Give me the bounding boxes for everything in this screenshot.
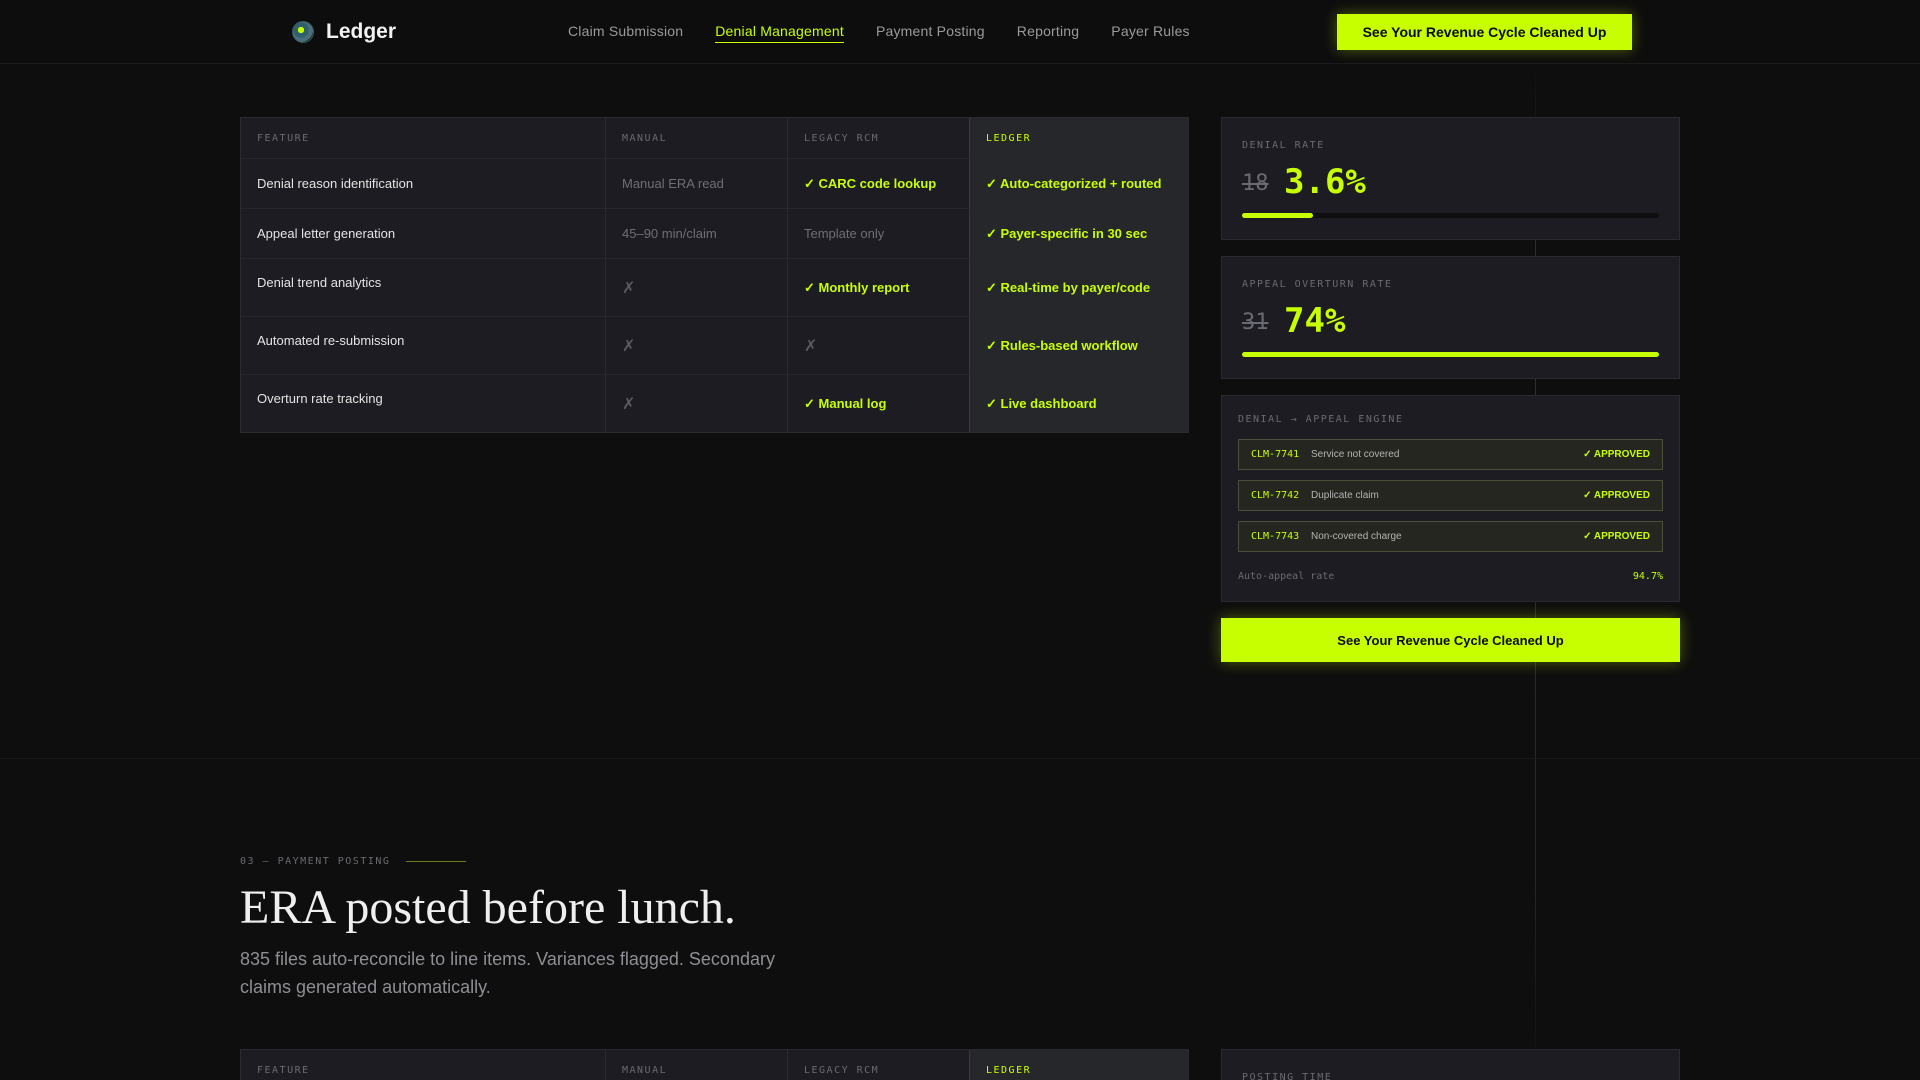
claim-row[interactable]: CLM-7741 Service not covered ✓ APPROVED [1238, 439, 1663, 470]
ledger-logo-icon [292, 21, 314, 43]
table-row: Overturn rate tracking ✗ ✓ Manual log ✓ … [241, 375, 1188, 432]
header-legacy: LEGACY RCM [788, 1050, 970, 1080]
table-row: Denial reason identification Manual ERA … [241, 159, 1188, 209]
header-manual: MANUAL [606, 1050, 788, 1080]
feature-cell: Automated re-submission [241, 317, 606, 374]
ledger-cell: ✓ Rules-based workflow [970, 317, 1188, 374]
table-header-row: FEATURE MANUAL LEGACY RCM LEDGER [241, 118, 1188, 159]
brand-logo[interactable]: Ledger [292, 20, 396, 44]
stat-label: POSTING TIME [1242, 1072, 1333, 1080]
manual-cell: 45–90 min/claim [606, 209, 788, 258]
feature-cell: Overturn rate tracking [241, 375, 606, 432]
nav-payment-posting[interactable]: Payment Posting [876, 23, 985, 43]
nav-claim-submission[interactable]: Claim Submission [568, 23, 683, 43]
manual-cell: Manual ERA read [606, 159, 788, 208]
status-badge: ✓ APPROVED [1583, 490, 1650, 501]
top-navigation-bar: Ledger Claim Submission Denial Managemen… [0, 0, 1920, 64]
claim-reason: Non-covered charge [1311, 531, 1402, 542]
ledger-cell: ✓ Auto-categorized + routed [970, 159, 1188, 208]
overturn-rate-card: APPEAL OVERTURN RATE 31 74% [1221, 256, 1680, 379]
progress-bar [1242, 213, 1659, 218]
progress-bar [1242, 352, 1659, 357]
header-legacy: LEGACY RCM [788, 118, 970, 158]
progress-fill [1242, 352, 1659, 357]
main-nav: Claim Submission Denial Management Payme… [568, 23, 1190, 43]
claim-id: CLM-7743 [1251, 531, 1300, 542]
stat-label: APPEAL OVERTURN RATE [1242, 279, 1393, 290]
eyebrow-line [406, 861, 467, 862]
section-divider [0, 758, 1920, 759]
claim-reason: Duplicate claim [1311, 490, 1379, 501]
appeal-engine-card: DENIAL → APPEAL ENGINE CLM-7741 Service … [1221, 395, 1680, 602]
stat-old-value: 18 [1242, 171, 1269, 196]
denial-comparison-table: FEATURE MANUAL LEGACY RCM LEDGER Denial … [240, 117, 1189, 433]
legacy-cell: ✓ CARC code lookup [788, 159, 970, 208]
table-header-row: FEATURE MANUAL LEGACY RCM LEDGER [241, 1050, 1188, 1080]
table-row: Automated re-submission ✗ ✗ ✓ Rules-base… [241, 317, 1188, 375]
claim-row[interactable]: CLM-7742 Duplicate claim ✓ APPROVED [1238, 480, 1663, 511]
engine-label: DENIAL → APPEAL ENGINE [1238, 414, 1404, 425]
header-feature: FEATURE [241, 118, 606, 158]
table-row: Appeal letter generation 45–90 min/claim… [241, 209, 1188, 259]
auto-appeal-label: Auto-appeal rate [1238, 571, 1335, 582]
header-feature: FEATURE [241, 1050, 606, 1080]
brand-name: Ledger [326, 20, 397, 43]
section-subtitle: 835 files auto-reconcile to line items. … [240, 949, 775, 997]
status-badge: ✓ APPROVED [1583, 531, 1650, 542]
feature-cell: Denial trend analytics [241, 259, 606, 316]
ledger-cell: ✓ Real-time by payer/code [970, 259, 1188, 316]
side-cta-button[interactable]: See Your Revenue Cycle Cleaned Up [1221, 618, 1680, 662]
legacy-cell: Template only [788, 209, 970, 258]
claim-id: CLM-7742 [1251, 490, 1300, 501]
stat-new-value: 3.6% [1284, 162, 1366, 202]
posting-time-card: POSTING TIME [1221, 1049, 1680, 1080]
legacy-cell: ✓ Monthly report [788, 259, 970, 316]
ledger-cell: ✓ Live dashboard [970, 375, 1188, 432]
header-manual: MANUAL [606, 118, 788, 158]
cross-icon: ✗ [606, 375, 788, 432]
ledger-cell: ✓ Payer-specific in 30 sec [970, 209, 1188, 258]
header-ledger: LEDGER [970, 118, 1188, 158]
feature-cell: Appeal letter generation [241, 209, 606, 258]
claim-id: CLM-7741 [1251, 449, 1300, 460]
progress-fill [1242, 213, 1313, 218]
cross-icon: ✗ [788, 317, 970, 374]
eyebrow-text: 03 — PAYMENT POSTING [240, 856, 391, 867]
denial-rate-card: DENIAL RATE 18 3.6% [1221, 117, 1680, 240]
section-eyebrow: 03 — PAYMENT POSTING [240, 856, 467, 867]
section-heading: ERA posted before lunch. [240, 881, 736, 934]
status-badge: ✓ APPROVED [1583, 449, 1650, 460]
legacy-cell: ✓ Manual log [788, 375, 970, 432]
stat-old-value: 31 [1242, 310, 1269, 335]
header-cta-button[interactable]: See Your Revenue Cycle Cleaned Up [1337, 14, 1632, 50]
feature-cell: Denial reason identification [241, 159, 606, 208]
nav-reporting[interactable]: Reporting [1017, 23, 1080, 43]
nav-payer-rules[interactable]: Payer Rules [1111, 23, 1189, 43]
nav-denial-management[interactable]: Denial Management [715, 23, 844, 43]
claim-reason: Service not covered [1311, 449, 1400, 460]
payment-comparison-table: FEATURE MANUAL LEGACY RCM LEDGER [240, 1049, 1189, 1080]
header-ledger: LEDGER [970, 1050, 1188, 1080]
cross-icon: ✗ [606, 259, 788, 316]
cross-icon: ✗ [606, 317, 788, 374]
stat-new-value: 74% [1284, 301, 1346, 341]
claim-row[interactable]: CLM-7743 Non-covered charge ✓ APPROVED [1238, 521, 1663, 552]
table-row: Denial trend analytics ✗ ✓ Monthly repor… [241, 259, 1188, 317]
auto-appeal-value: 94.7% [1632, 571, 1663, 582]
stat-label: DENIAL RATE [1242, 140, 1325, 151]
